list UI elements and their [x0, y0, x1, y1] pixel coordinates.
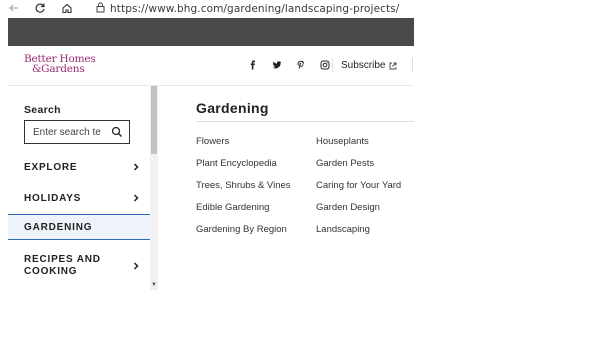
- site-logo[interactable]: Better Homes &Gardens: [24, 54, 106, 75]
- subscribe-label: Subscribe: [341, 60, 386, 71]
- search-icon[interactable]: [111, 126, 123, 138]
- search-box: [24, 120, 130, 144]
- chevron-right-icon: [133, 262, 139, 270]
- social-links: [248, 60, 330, 70]
- reload-button[interactable]: [32, 0, 48, 16]
- lock-icon: [96, 0, 105, 18]
- link-landscaping[interactable]: Landscaping: [316, 224, 370, 235]
- link-plant-encyclopedia[interactable]: Plant Encyclopedia: [196, 158, 277, 169]
- link-trees-shrubs-vines[interactable]: Trees, Shrubs & Vines: [196, 180, 291, 191]
- sidebar-item-holidays[interactable]: HOLIDAYS: [8, 187, 150, 209]
- back-button[interactable]: [6, 0, 22, 16]
- site-header: Better Homes &Gardens Subscribe: [8, 46, 414, 86]
- header-divider-2: [412, 58, 413, 72]
- link-garden-design[interactable]: Garden Design: [316, 202, 380, 213]
- scrollbar-thumb[interactable]: [151, 86, 157, 154]
- sidebar-item-explore[interactable]: EXPLORE: [8, 156, 150, 178]
- link-gardening-by-region[interactable]: Gardening By Region: [196, 224, 287, 235]
- reload-icon: [35, 3, 45, 13]
- logo-line-2: &Gardens: [32, 63, 85, 75]
- chevron-right-icon: [133, 194, 139, 202]
- sidebar-item-gardening[interactable]: GARDENING: [8, 214, 150, 240]
- top-banner-bar: [8, 18, 414, 46]
- scroll-down-arrow-icon[interactable]: ▼: [151, 282, 157, 288]
- sidebar-item-label: EXPLORE: [24, 161, 78, 173]
- browser-toolbar: https://www.bhg.com/gardening/landscapin…: [0, 0, 600, 18]
- sidebar-scrollbar[interactable]: ▼: [150, 86, 158, 290]
- section-title: Gardening: [196, 100, 269, 116]
- arrow-left-icon: [9, 4, 18, 12]
- link-caring-for-your-yard[interactable]: Caring for Your Yard: [316, 180, 401, 191]
- chevron-right-icon: [133, 163, 139, 171]
- instagram-icon[interactable]: [320, 60, 330, 70]
- link-houseplants[interactable]: Houseplants: [316, 136, 369, 147]
- home-icon: [62, 3, 72, 14]
- sidebar-menu: Search EXPLORE HOLIDAYS GARDENING RECIPE…: [8, 86, 150, 290]
- search-input[interactable]: [33, 126, 109, 138]
- twitter-icon[interactable]: [272, 60, 282, 70]
- link-edible-gardening[interactable]: Edible Gardening: [196, 202, 269, 213]
- web-page: Better Homes &Gardens Subscribe Search E…: [8, 18, 414, 290]
- address-bar[interactable]: https://www.bhg.com/gardening/landscapin…: [96, 2, 399, 16]
- header-divider: [332, 58, 333, 72]
- subscribe-link[interactable]: Subscribe: [341, 60, 397, 71]
- external-link-icon: [390, 62, 397, 69]
- link-garden-pests[interactable]: Garden Pests: [316, 158, 374, 169]
- url-text: https://www.bhg.com/gardening/landscapin…: [110, 3, 400, 15]
- link-flowers[interactable]: Flowers: [196, 136, 229, 147]
- facebook-icon[interactable]: [248, 60, 258, 70]
- home-button[interactable]: [59, 0, 75, 16]
- sidebar-item-recipes-and-cooking[interactable]: RECIPES AND COOKING: [8, 250, 150, 282]
- search-label: Search: [24, 104, 61, 116]
- sidebar-item-label: HOLIDAYS: [24, 192, 82, 204]
- pinterest-icon[interactable]: [296, 60, 306, 70]
- title-divider: [196, 121, 414, 122]
- sidebar-item-label: RECIPES AND COOKING: [24, 254, 101, 277]
- sidebar-item-label: GARDENING: [24, 221, 93, 233]
